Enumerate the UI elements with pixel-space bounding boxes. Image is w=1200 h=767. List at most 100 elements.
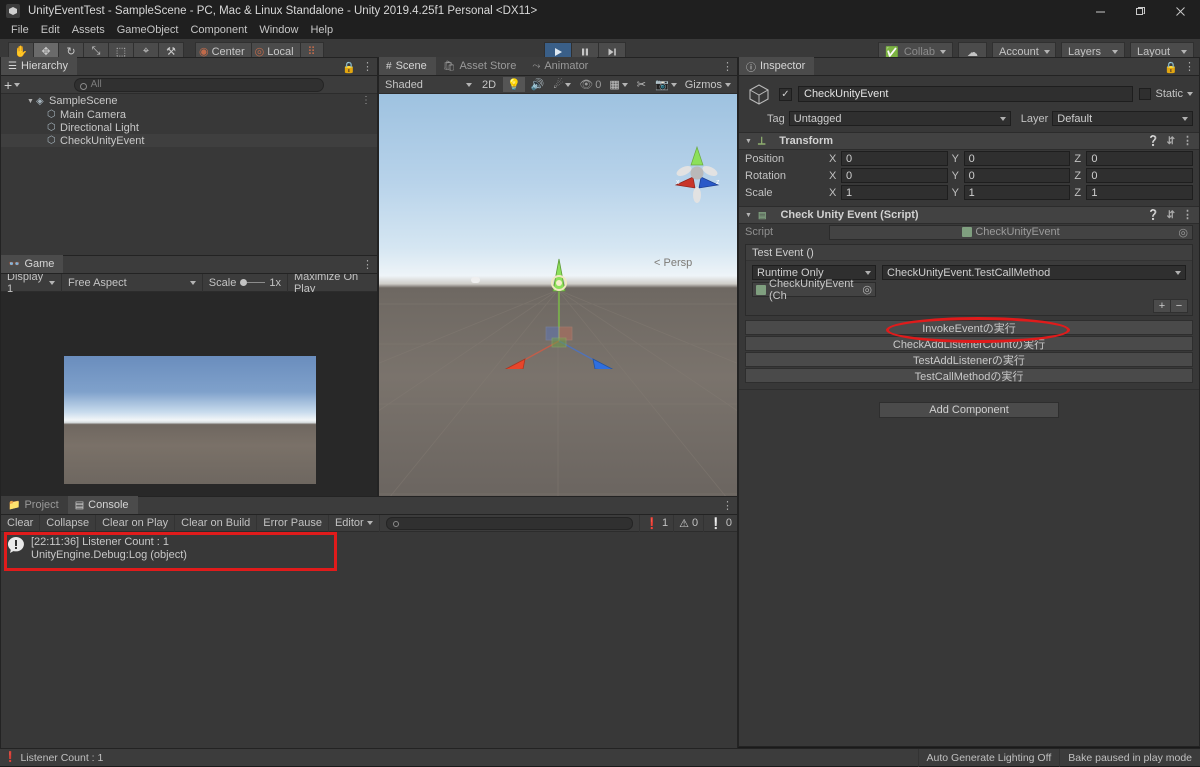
hierarchy-row-checkunityevent[interactable]: ⬡ CheckUnityEvent bbox=[1, 134, 377, 147]
hierarchy-search-input[interactable]: All bbox=[73, 77, 324, 92]
object-enabled-checkbox[interactable]: ✓ bbox=[779, 87, 792, 101]
scene-view[interactable]: x z < Persp bbox=[379, 94, 737, 498]
script-component-header[interactable]: ▼ ▤ Check Unity Event (Script) ❔ ⇵ ⋮ bbox=[739, 206, 1199, 224]
console-log-entry[interactable]: [22:11:36] Listener Count : 1 UnityEngin… bbox=[1, 532, 737, 566]
preset-icon[interactable]: ⇵ bbox=[1167, 136, 1175, 147]
maximize-button[interactable] bbox=[1120, 0, 1160, 22]
tab-animator[interactable]: ⤳ Animator bbox=[525, 57, 598, 75]
console-clear-on-play-toggle[interactable]: Clear on Play bbox=[96, 514, 176, 532]
invoke-event-button[interactable]: InvokeEventの実行 bbox=[745, 320, 1193, 335]
hierarchy-row-samplescene[interactable]: ▼ ◈ SampleScene ⋮ bbox=[1, 94, 377, 108]
console-error-pause-toggle[interactable]: Error Pause bbox=[257, 514, 329, 532]
test-add-listener-button[interactable]: TestAddListenerの実行 bbox=[745, 352, 1193, 367]
hierarchy-menu-icon[interactable]: ⋮ bbox=[362, 61, 373, 72]
hierarchy-row-main-camera[interactable]: ⬡ Main Camera bbox=[1, 108, 377, 121]
rotation-y-input[interactable]: 0 bbox=[963, 168, 1071, 183]
menu-item-assets[interactable]: Assets bbox=[66, 22, 111, 39]
object-picker-icon[interactable]: ◎ bbox=[1178, 226, 1188, 239]
menu-item-window[interactable]: Window bbox=[253, 22, 304, 39]
menu-item-help[interactable]: Help bbox=[304, 22, 339, 39]
tab-hierarchy[interactable]: ☰ Hierarchy bbox=[1, 57, 78, 75]
tab-game[interactable]: 👓 Game bbox=[1, 255, 64, 273]
scene-menu-icon[interactable]: ⋮ bbox=[361, 96, 371, 106]
test-call-method-button[interactable]: TestCallMethodの実行 bbox=[745, 368, 1193, 383]
scene-grid-dropdown[interactable]: ▦ bbox=[606, 78, 630, 91]
scene-tools-button[interactable]: ✂ bbox=[633, 78, 650, 91]
scene-hidden-objects[interactable]: 👁 0 bbox=[576, 78, 604, 92]
callback-method-dropdown[interactable]: CheckUnityEvent.TestCallMethod bbox=[882, 265, 1186, 280]
scene-menu-icon[interactable]: ⋮ bbox=[722, 61, 733, 72]
scale-z-input[interactable]: 1 bbox=[1086, 185, 1194, 200]
hierarchy-row-directional-light[interactable]: ⬡ Directional Light bbox=[1, 121, 377, 134]
console-clear-on-build-toggle[interactable]: Clear on Build bbox=[175, 514, 258, 532]
console-collapse-toggle[interactable]: Collapse bbox=[40, 514, 97, 532]
preset-icon[interactable]: ⇵ bbox=[1167, 210, 1175, 221]
console-warning-count[interactable]: ⚠ 0 bbox=[673, 514, 703, 532]
scene-shading-dropdown[interactable]: Shaded bbox=[382, 79, 475, 91]
game-display-dropdown[interactable]: Display 1 bbox=[1, 271, 63, 295]
object-name-input[interactable]: CheckUnityEvent bbox=[798, 86, 1134, 102]
scale-x-input[interactable]: 1 bbox=[841, 185, 948, 200]
tab-console[interactable]: ▤ Console bbox=[67, 496, 138, 514]
game-scale-slider[interactable]: Scale 1x bbox=[203, 273, 288, 292]
static-toggle[interactable]: Static bbox=[1139, 88, 1193, 100]
console-log-list[interactable]: [22:11:36] Listener Count : 1 UnityEngin… bbox=[1, 532, 737, 765]
console-editor-dropdown[interactable]: Editor bbox=[329, 514, 380, 532]
script-object-field[interactable]: CheckUnityEvent ◎ bbox=[829, 224, 1193, 240]
tab-scene[interactable]: # Scene bbox=[379, 57, 436, 75]
script-menu-icon[interactable]: ⋮ bbox=[1182, 209, 1193, 220]
scale-y-input[interactable]: 1 bbox=[963, 185, 1071, 200]
rotation-z-input[interactable]: 0 bbox=[1086, 168, 1194, 183]
slider-handle[interactable] bbox=[240, 279, 248, 286]
inspector-menu-icon[interactable]: ⋮ bbox=[1184, 61, 1195, 72]
scene-gizmos-dropdown[interactable]: Gizmos bbox=[682, 79, 734, 91]
transform-component-header[interactable]: ▼ ⟂ Transform ❔ ⇵ ⋮ bbox=[739, 132, 1199, 150]
move-gizmo[interactable] bbox=[499, 219, 699, 369]
rotation-x-input[interactable]: 0 bbox=[841, 168, 948, 183]
scene-fx-dropdown[interactable]: ☄ bbox=[550, 78, 574, 91]
menu-item-component[interactable]: Component bbox=[184, 22, 253, 39]
scene-audio-toggle[interactable]: 🔊 bbox=[527, 78, 549, 91]
tag-dropdown[interactable]: Untagged bbox=[788, 111, 1011, 126]
console-menu-icon[interactable]: ⋮ bbox=[722, 500, 733, 511]
layer-dropdown[interactable]: Default bbox=[1052, 111, 1193, 126]
lock-icon[interactable]: 🔒 bbox=[1164, 61, 1178, 74]
scene-projection-label[interactable]: < Persp bbox=[654, 257, 692, 269]
tab-asset-store[interactable]: 🛍 Asset Store bbox=[435, 57, 526, 75]
add-component-button[interactable]: Add Component bbox=[879, 402, 1059, 418]
menu-item-gameobject[interactable]: GameObject bbox=[111, 22, 185, 39]
position-y-input[interactable]: 0 bbox=[963, 151, 1071, 166]
transform-menu-icon[interactable]: ⋮ bbox=[1182, 135, 1193, 146]
position-x-input[interactable]: 0 bbox=[841, 151, 948, 166]
bake-status[interactable]: Bake paused in play mode bbox=[1059, 748, 1200, 767]
console-error-count[interactable]: ❗ 1 bbox=[639, 514, 673, 532]
scene-view-gizmo[interactable]: x z bbox=[662, 141, 732, 211]
console-search-input[interactable] bbox=[385, 516, 634, 530]
console-info-count[interactable]: ❕ 0 bbox=[703, 514, 737, 532]
scene-2d-toggle[interactable]: 2D bbox=[477, 79, 501, 91]
callback-target-field[interactable]: CheckUnityEvent (Ch ◎ bbox=[752, 278, 876, 302]
console-clear-button[interactable]: Clear bbox=[1, 514, 41, 532]
minimize-button[interactable] bbox=[1080, 0, 1120, 22]
maximize-on-play-toggle[interactable]: Maximize On Play bbox=[288, 271, 377, 295]
tab-project[interactable]: 📁 Project bbox=[1, 496, 68, 514]
add-listener-button[interactable]: + bbox=[1153, 299, 1171, 313]
chevron-down-icon[interactable]: ▼ bbox=[745, 138, 752, 145]
check-add-listener-count-button[interactable]: CheckAddListenerCountの実行 bbox=[745, 336, 1193, 351]
game-aspect-dropdown[interactable]: Free Aspect bbox=[62, 273, 203, 292]
game-menu-icon[interactable]: ⋮ bbox=[362, 259, 373, 270]
status-message-group[interactable]: ❗ Listener Count : 1 bbox=[0, 752, 103, 764]
hierarchy-add-button[interactable]: + bbox=[4, 78, 21, 92]
scene-lighting-toggle[interactable]: 💡 bbox=[503, 77, 525, 92]
close-button[interactable] bbox=[1160, 0, 1200, 22]
tab-inspector[interactable]: ⓘ Inspector bbox=[739, 57, 815, 75]
menu-item-edit[interactable]: Edit bbox=[35, 22, 66, 39]
chevron-down-icon[interactable]: ▼ bbox=[27, 98, 36, 105]
help-icon[interactable]: ❔ bbox=[1147, 136, 1159, 147]
position-z-input[interactable]: 0 bbox=[1086, 151, 1194, 166]
menu-item-file[interactable]: File bbox=[5, 22, 35, 39]
scene-camera-dropdown[interactable]: 📷 bbox=[652, 78, 680, 91]
object-picker-icon[interactable]: ◎ bbox=[862, 283, 872, 296]
static-checkbox[interactable] bbox=[1139, 88, 1152, 100]
lock-icon[interactable]: 🔒 bbox=[342, 61, 356, 74]
